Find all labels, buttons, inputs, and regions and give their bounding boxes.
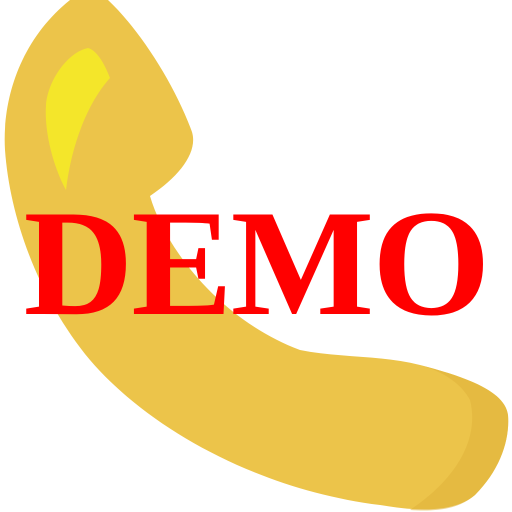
- demo-watermark: DEMO: [23, 179, 491, 347]
- demo-canvas: DEMO: [0, 0, 512, 512]
